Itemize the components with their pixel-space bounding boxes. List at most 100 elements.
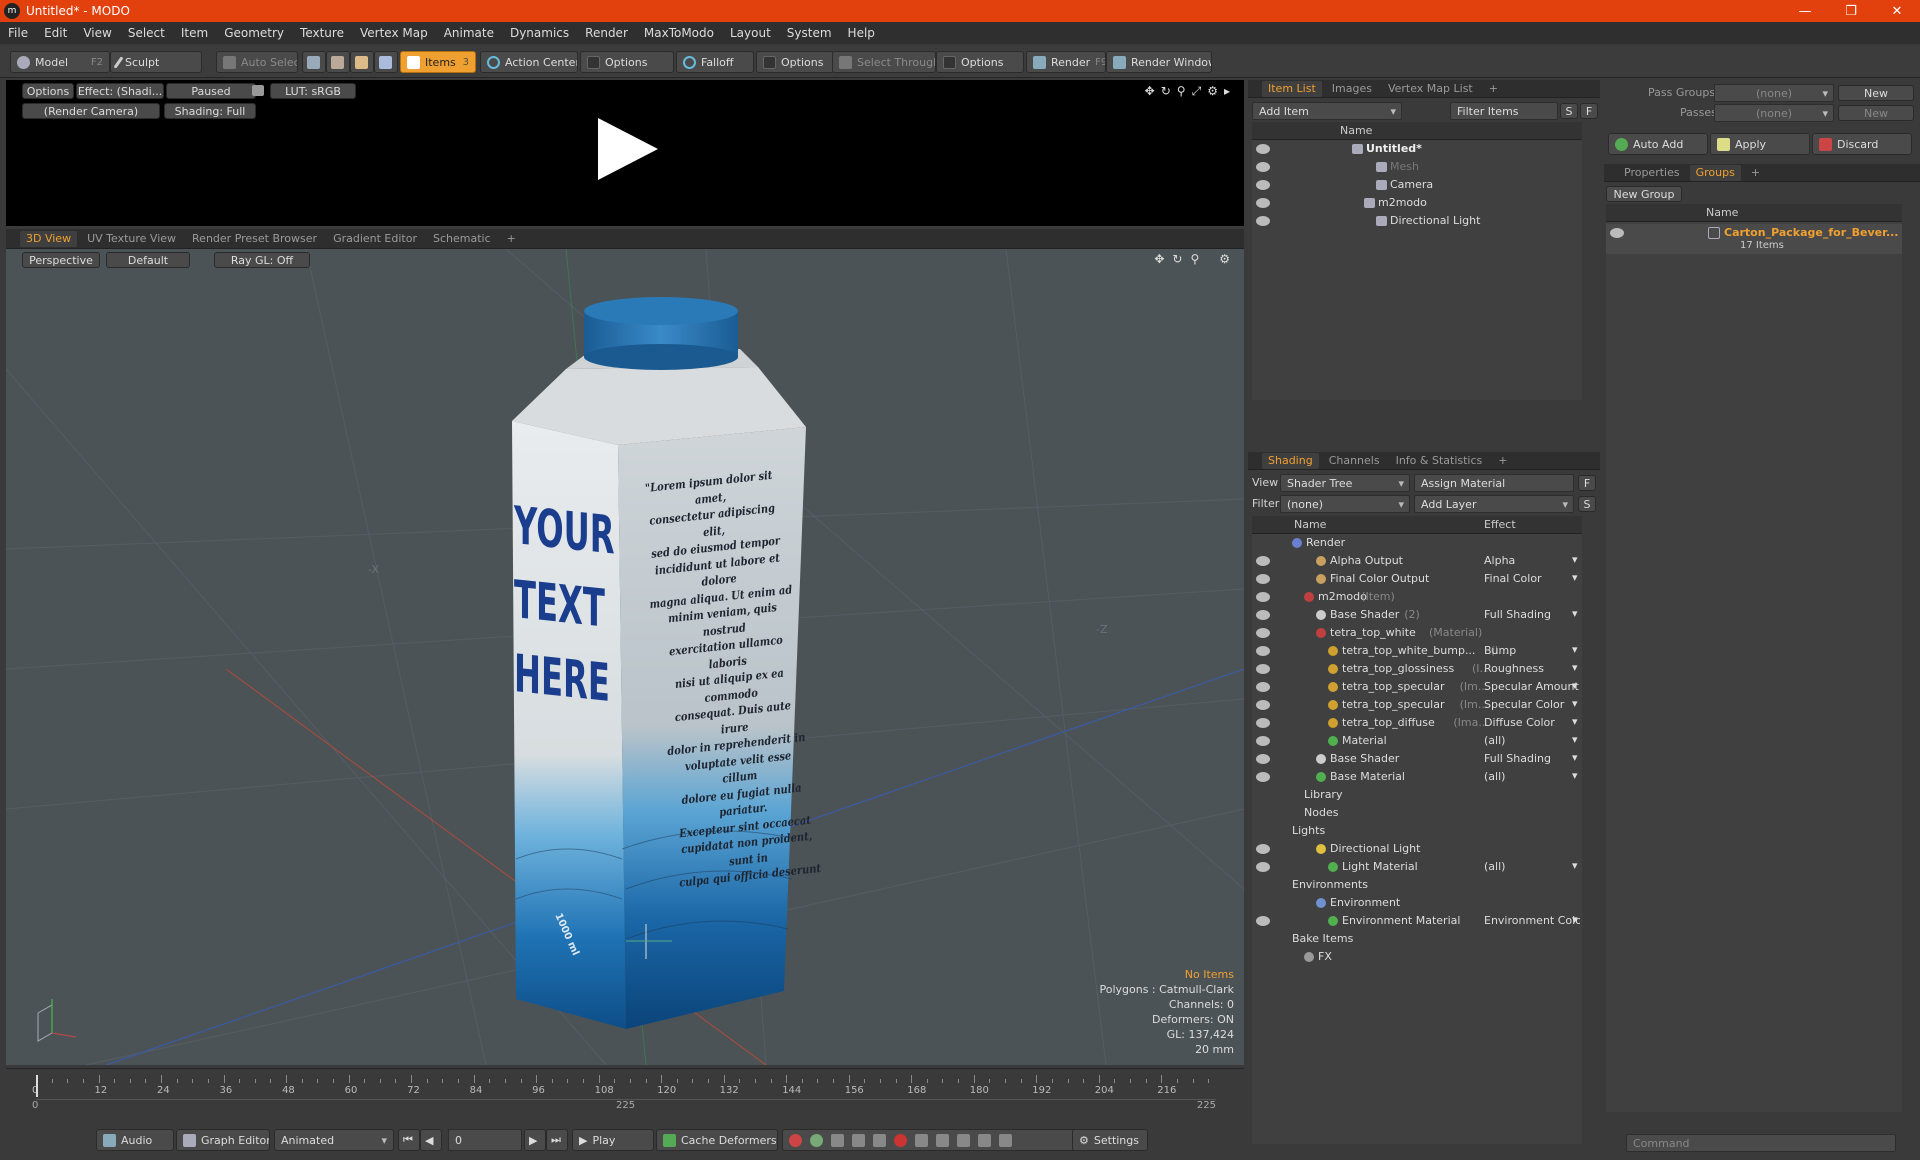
gear-icon[interactable]: ⚙ — [1207, 84, 1218, 99]
menu-animate[interactable]: Animate — [436, 26, 502, 40]
go-start-button[interactable]: ⏮ — [398, 1129, 420, 1151]
chevron-down-icon[interactable]: ▾ — [1572, 679, 1578, 692]
keyframe-icon[interactable] — [810, 1133, 823, 1147]
play-preview-icon[interactable] — [592, 114, 662, 184]
add-layer-dropdown[interactable]: Add Layer — [1414, 495, 1574, 513]
shader-tree-row[interactable]: Lights — [1252, 822, 1582, 840]
menu-texture[interactable]: Texture — [292, 26, 352, 40]
shader-item-effect[interactable]: Full Shading — [1484, 752, 1580, 765]
tab-gradient-editor[interactable]: Gradient Editor — [327, 231, 423, 247]
shader-tree-row[interactable]: tetra_top_white_bump... (I... Bump ▾ — [1252, 642, 1582, 660]
apply-button[interactable]: Apply — [1710, 133, 1810, 155]
shader-item-effect[interactable]: (all) — [1484, 860, 1580, 873]
shader-tree-row[interactable]: Final Color Output Final Color ▾ — [1252, 570, 1582, 588]
tab-vertex-map-list[interactable]: Vertex Map List — [1382, 81, 1479, 97]
chevron-down-icon[interactable]: ▾ — [1572, 769, 1578, 782]
shader-item-effect[interactable]: Alpha — [1484, 554, 1580, 567]
tab-info-statistics[interactable]: Info & Statistics — [1390, 453, 1489, 469]
timeline-ruler[interactable]: 0122436486072849610812013214415616818019… — [32, 1075, 1216, 1099]
select-options-button[interactable]: Options — [936, 51, 1024, 73]
eye-icon[interactable] — [1256, 556, 1270, 566]
maximize-button[interactable]: ❐ — [1828, 0, 1874, 22]
model-button[interactable]: Model F2 — [10, 51, 110, 73]
shader-item-effect[interactable]: (all) — [1484, 734, 1580, 747]
shader-tree-row[interactable]: tetra_top_specular (Im... Specular Color ▾ — [1252, 696, 1582, 714]
item-list-row[interactable]: Directional Light — [1252, 212, 1582, 230]
preview-paused-button[interactable]: Paused — [166, 83, 256, 99]
add-tab-icon[interactable]: + — [1492, 453, 1513, 469]
tab-properties[interactable]: Properties — [1618, 165, 1686, 181]
shader-tree-row[interactable]: Alpha Output Alpha ▾ — [1252, 552, 1582, 570]
shader-tree-row[interactable]: Material (all) ▾ — [1252, 732, 1582, 750]
key-prev-icon[interactable] — [831, 1133, 844, 1147]
shader-tree-row[interactable]: tetra_top_white (Material) — [1252, 624, 1582, 642]
tab-3d-view[interactable]: 3D View — [20, 230, 78, 247]
menu-edit[interactable]: Edit — [36, 26, 75, 40]
falloff-options-button[interactable]: Options — [756, 51, 834, 73]
eye-icon[interactable] — [1256, 862, 1270, 872]
new-pass-group-button[interactable]: New — [1838, 85, 1914, 101]
item-list-row[interactable]: Untitled* — [1252, 140, 1582, 158]
item-list-row[interactable]: Mesh — [1252, 158, 1582, 176]
shader-tree-row[interactable]: Render — [1252, 534, 1582, 552]
eye-icon[interactable] — [1256, 700, 1270, 710]
go-end-button[interactable]: ⏭ — [546, 1129, 568, 1151]
playhead[interactable] — [36, 1075, 38, 1097]
key-loop-icon[interactable] — [978, 1133, 991, 1147]
maximize-view-icon[interactable]: ⤢ — [1192, 84, 1202, 99]
eye-icon[interactable] — [1256, 736, 1270, 746]
settings-button[interactable]: ⚙ Settings — [1072, 1129, 1148, 1151]
play-button[interactable]: ▶ Play — [572, 1129, 654, 1151]
add-tab-icon[interactable]: + — [501, 231, 522, 247]
shading-dropdown[interactable]: Shading: Full — [164, 103, 256, 119]
add-tab-icon[interactable]: + — [1483, 81, 1504, 97]
preview-effect-dropdown[interactable]: Effect: (Shadi... — [76, 83, 164, 99]
graph-editor-button[interactable]: Graph Editor — [176, 1129, 270, 1151]
polygons-mode-button[interactable] — [350, 51, 374, 73]
eye-icon[interactable] — [1256, 180, 1270, 190]
shader-item-effect[interactable]: Specular Color — [1484, 698, 1580, 711]
new-pass-button[interactable]: New — [1838, 105, 1914, 121]
timeline[interactable]: 0 12 24 36 48 60 72 84 96 108 120 132 144 156 168 180 19… — [6, 1068, 1244, 1118]
eye-icon[interactable] — [1610, 228, 1624, 238]
tab-channels[interactable]: Channels — [1323, 453, 1386, 469]
tab-item-list[interactable]: Item List — [1262, 80, 1322, 97]
lock-icon[interactable] — [252, 85, 264, 96]
select-through-button[interactable]: Select Through — [832, 51, 936, 73]
cache-deformers-button[interactable]: Cache Deformers — [656, 1129, 778, 1151]
chevron-down-icon[interactable]: ▾ — [1572, 643, 1578, 656]
menu-item[interactable]: Item — [173, 26, 216, 40]
chevron-down-icon[interactable]: ▾ — [1572, 751, 1578, 764]
prev-key-button[interactable]: ◀ — [420, 1129, 442, 1151]
eye-icon[interactable] — [1256, 916, 1270, 926]
shader-item-effect[interactable]: Bump — [1484, 644, 1580, 657]
shader-tree-row[interactable]: Base Material (all) ▾ — [1252, 768, 1582, 786]
menu-geometry[interactable]: Geometry — [216, 26, 292, 40]
rotate-view-icon[interactable]: ↻ — [1161, 84, 1171, 99]
shader-tree-row[interactable]: Environments — [1252, 876, 1582, 894]
menu-view[interactable]: View — [75, 26, 119, 40]
key-left-icon[interactable] — [936, 1133, 949, 1147]
shader-item-effect[interactable]: Specular Amount — [1484, 680, 1580, 693]
eye-icon[interactable] — [1256, 574, 1270, 584]
shader-item-effect[interactable]: Diffuse Color — [1484, 716, 1580, 729]
shader-item-effect[interactable]: Final Color — [1484, 572, 1580, 585]
record-dot-icon[interactable] — [894, 1133, 907, 1147]
shader-tree-row[interactable]: tetra_top_diffuse (Ima... Diffuse Color ▾ — [1252, 714, 1582, 732]
menu-vertex-map[interactable]: Vertex Map — [352, 26, 436, 40]
shader-tree-row[interactable]: Environment Material Environment Color ▾ — [1252, 912, 1582, 930]
key-right-icon[interactable] — [957, 1133, 970, 1147]
3d-viewport[interactable]: Perspective Default Ray GL: Off ✥ ↻ ⚲ ⚙ -X … — [6, 249, 1244, 1065]
chevron-down-icon[interactable]: ▾ — [1572, 571, 1578, 584]
shader-tree-row[interactable]: Base Shader Full Shading ▾ — [1252, 750, 1582, 768]
carton-model[interactable] — [6, 249, 1244, 1065]
menu-file[interactable]: File — [0, 26, 36, 40]
items-mode-button[interactable]: Items 3 — [400, 51, 476, 73]
next-key-button[interactable]: ▶ — [524, 1129, 546, 1151]
falloff-button[interactable]: Falloff — [676, 51, 754, 73]
chevron-down-icon[interactable]: ▾ — [1572, 859, 1578, 872]
sculpt-button[interactable]: Sculpt — [110, 51, 202, 73]
eye-icon[interactable] — [1256, 754, 1270, 764]
shader-tree-row[interactable]: Nodes — [1252, 804, 1582, 822]
add-item-dropdown[interactable]: Add Item — [1252, 102, 1402, 120]
